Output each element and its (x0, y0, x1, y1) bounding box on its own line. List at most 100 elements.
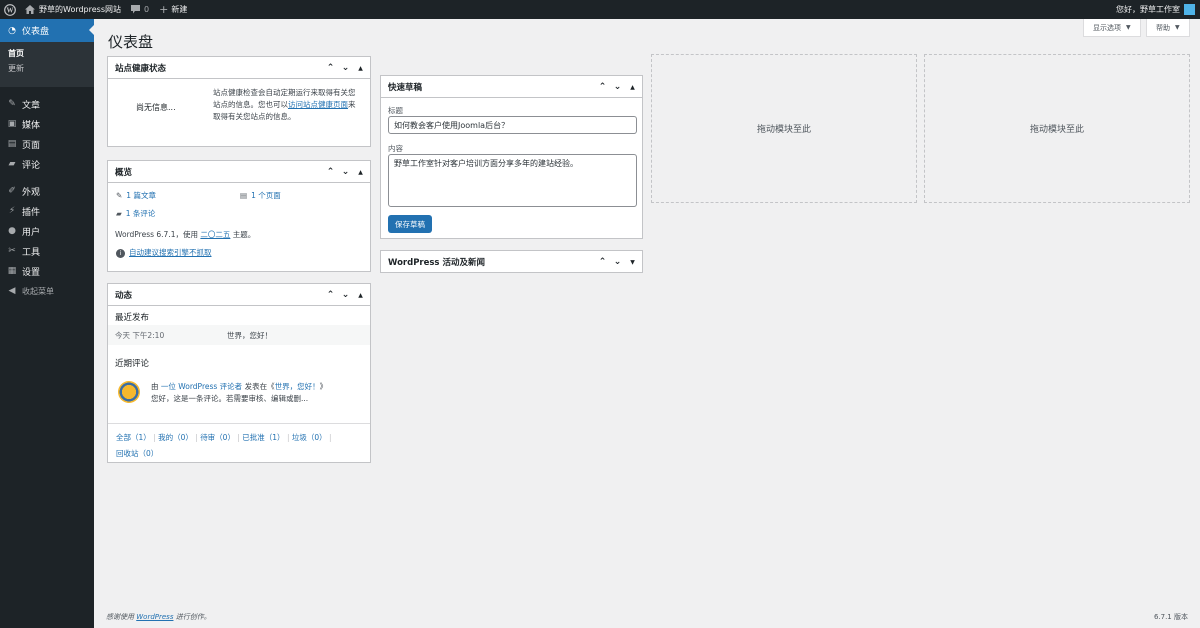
comment-bubble-icon (131, 5, 141, 14)
filter-approved[interactable]: 已批准（1） (242, 433, 284, 442)
recent-published-heading: 最近发布 (115, 313, 150, 323)
widget-title: 快速草稿 (388, 82, 423, 93)
widget-dropzone[interactable]: 拖动模块至此 (651, 54, 917, 203)
move-down-icon[interactable]: ⌄ (340, 167, 351, 177)
toggle-panel-icon[interactable]: ▲ (355, 65, 366, 72)
pages-count: 1 个页面 (251, 191, 281, 200)
toggle-panel-icon[interactable]: ▲ (627, 84, 638, 91)
widget-title: WordPress 活动及新闻 (388, 258, 485, 268)
new-label: 新建 (171, 5, 188, 14)
search-engine-notice[interactable]: i 自动建议搜索引擎不抓取 (116, 247, 212, 258)
commenter-avatar (118, 381, 140, 403)
comment-author-link[interactable]: 一位 WordPress 评论者 (161, 382, 242, 391)
dashboard-icon: ◔ (8, 25, 16, 36)
avatar (1184, 4, 1195, 15)
move-up-icon[interactable]: ⌃ (597, 257, 608, 267)
published-post-link[interactable]: 世界，您好！ (227, 330, 272, 341)
toggle-panel-icon[interactable]: ▼ (627, 259, 638, 266)
menu-pages[interactable]: ▤ 页面 (0, 134, 94, 154)
widget-title: 概览 (115, 167, 133, 178)
menu-tools[interactable]: ✂ 工具 (0, 241, 94, 261)
page-icon: ▤ (240, 191, 248, 200)
menu-settings[interactable]: ▦ 设置 (0, 261, 94, 281)
menu-media[interactable]: ▣ 媒体 (0, 114, 94, 134)
main-content: 显示选项 ▼ 帮助 ▼ 仪表盘 站点健康状态 ⌃ ⌄ ▲ 尚无信息... 站点健… (94, 19, 1200, 628)
desc-line-2-tail: 来 (348, 100, 356, 109)
footer-thanks-prefix: 感谢使用 (106, 613, 134, 621)
menu-appearance[interactable]: ✐ 外观 (0, 181, 94, 201)
save-draft-button[interactable]: 保存草稿 (388, 215, 432, 233)
widget-dropzone[interactable]: 拖动模块至此 (924, 54, 1190, 203)
pages-count-link[interactable]: ▤ 1 个页面 (240, 190, 281, 201)
admin-bar: W 野草的Wordpress网站 0 + 新建 您好，野草工作室 (0, 0, 1200, 19)
filter-all[interactable]: 全部（1） (116, 433, 151, 442)
move-up-icon[interactable]: ⌃ (597, 82, 608, 92)
menu-posts[interactable]: ✎ 文章 (0, 94, 94, 114)
new-content-link[interactable]: + 新建 (154, 0, 192, 19)
draft-title-input[interactable]: 如何教会客户使用Joomla后台？ (388, 116, 637, 134)
toggle-panel-icon[interactable]: ▲ (355, 292, 366, 299)
menu-dashboard[interactable]: ◔ 仪表盘 (0, 19, 94, 42)
draft-content-textarea[interactable]: 野草工作室针对客户培训方面分享多年的建站经验。 (388, 154, 637, 207)
collapse-label: 收起菜单 (22, 286, 54, 296)
move-down-icon[interactable]: ⌄ (612, 82, 623, 92)
posts-count-link[interactable]: ✎ 1 篇文章 (116, 190, 156, 201)
move-down-icon[interactable]: ⌄ (612, 257, 623, 267)
comments-count-link[interactable]: ▰ 1 条评论 (116, 208, 155, 219)
footer-thanks: 感谢使用 WordPress 进行创作。 (106, 612, 211, 622)
menu-users-label: 用户 (22, 227, 41, 238)
theme-link[interactable]: 二〇二五 (200, 230, 230, 239)
help-button[interactable]: 帮助 ▼ (1146, 19, 1190, 37)
menu-dashboard-label: 仪表盘 (22, 27, 50, 37)
filter-mine[interactable]: 我的（0） (158, 433, 193, 442)
collapse-menu-button[interactable]: ◀ 收起菜单 (0, 281, 94, 301)
filter-spam[interactable]: 垃圾（0） (292, 433, 327, 442)
screen-options-button[interactable]: 显示选项 ▼ (1083, 19, 1141, 37)
move-down-icon[interactable]: ⌄ (340, 63, 351, 73)
widget-title: 动态 (115, 290, 133, 301)
submenu-home[interactable]: 首页 (0, 46, 94, 61)
menu-comments[interactable]: ▰ 评论 (0, 154, 94, 174)
wordpress-logo-icon[interactable]: W (0, 0, 20, 19)
submenu-updates[interactable]: 更新 (0, 61, 94, 76)
desc-line-2: 站点的信息。您也可以 (213, 100, 288, 109)
site-name-link[interactable]: 野草的Wordpress网站 (20, 0, 126, 19)
site-health-widget: 站点健康状态 ⌃ ⌄ ▲ 尚无信息... 站点健康检查会自动定期运行来取得有关您… (107, 56, 371, 147)
comment-item: 由 一位 WordPress 评论者 发表在《世界，您好！》 您好，这是一条评论… (151, 381, 327, 405)
widget-header: 概览 ⌃ ⌄ ▲ (108, 161, 370, 183)
media-icon: ▣ (7, 119, 17, 129)
screen-options-label: 显示选项 (1093, 23, 1121, 32)
draft-content-label: 内容 (388, 144, 403, 153)
comments-link[interactable]: 0 (126, 0, 154, 19)
quick-draft-widget: 快速草稿 ⌃ ⌄ ▲ 标题 如何教会客户使用Joomla后台？ 内容 野草工作室… (380, 75, 643, 239)
filter-trash[interactable]: 回收站（0） (116, 449, 158, 458)
menu-posts-label: 文章 (22, 100, 41, 111)
menu-appearance-label: 外观 (22, 187, 41, 198)
menu-plugins[interactable]: ⚡ 插件 (0, 201, 94, 221)
menu-pages-label: 页面 (22, 140, 41, 151)
widget-title: 站点健康状态 (115, 63, 167, 74)
comment-post-link[interactable]: 世界，您好！ (275, 382, 320, 391)
events-news-widget: WordPress 活动及新闻 ⌃ ⌄ ▼ (380, 250, 643, 273)
menu-plugins-label: 插件 (22, 207, 41, 218)
move-up-icon[interactable]: ⌃ (325, 167, 336, 177)
pin-icon: ✎ (116, 191, 123, 200)
move-up-icon[interactable]: ⌃ (325, 290, 336, 300)
toggle-panel-icon[interactable]: ▲ (355, 169, 366, 176)
widget-header: 动态 ⌃ ⌄ ▲ (108, 284, 370, 306)
menu-settings-label: 设置 (22, 267, 41, 278)
site-health-link[interactable]: 访问站点健康页面 (288, 100, 348, 109)
move-up-icon[interactable]: ⌃ (325, 63, 336, 73)
home-icon (25, 5, 35, 14)
footer-wordpress-link[interactable]: WordPress (136, 613, 173, 621)
my-account-link[interactable]: 您好，野草工作室 (1111, 0, 1200, 19)
filter-pending[interactable]: 待审（0） (200, 433, 235, 442)
desc-line-3: 取得有关您站点的信息。 (213, 112, 296, 121)
info-icon: i (116, 249, 125, 258)
comment-on: 发表在《 (244, 382, 275, 391)
recent-comments-heading: 近期评论 (115, 359, 150, 369)
no-info-text: 尚无信息... (136, 103, 176, 112)
activity-widget: 动态 ⌃ ⌄ ▲ 最近发布 今天 下午2:10 世界，您好！ 近期评论 由 一位… (107, 283, 371, 463)
move-down-icon[interactable]: ⌄ (340, 290, 351, 300)
menu-users[interactable]: ● 用户 (0, 221, 94, 241)
